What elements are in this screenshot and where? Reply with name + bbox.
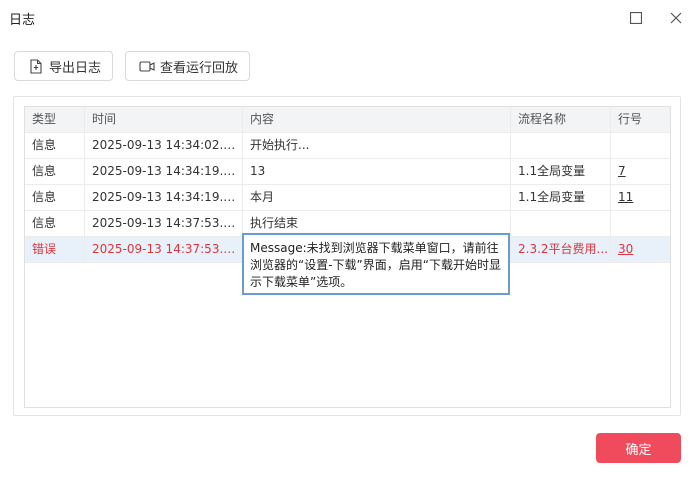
cell-line-number bbox=[611, 211, 670, 236]
cell-type: 信息 bbox=[25, 133, 85, 158]
cell-content: 本月 bbox=[243, 185, 511, 210]
maximize-icon bbox=[630, 12, 642, 24]
line-number-link[interactable]: 11 bbox=[618, 190, 633, 204]
export-log-button[interactable]: 导出日志 bbox=[14, 51, 113, 81]
cell-type: 错误 bbox=[25, 237, 85, 262]
header-content[interactable]: 内容 bbox=[243, 107, 511, 132]
header-type[interactable]: 类型 bbox=[25, 107, 85, 132]
cell-type: 信息 bbox=[25, 159, 85, 184]
cell-flow-name: 1.1全局变量 bbox=[511, 185, 611, 210]
cell-flow-name bbox=[511, 211, 611, 236]
cell-line-number bbox=[611, 133, 670, 158]
header-line-number[interactable]: 行号 bbox=[611, 107, 670, 132]
cell-flow-name: 2.3.2平台费用... bbox=[511, 237, 611, 262]
cell-content: 开始执行... bbox=[243, 133, 511, 158]
cell-type: 信息 bbox=[25, 185, 85, 210]
cell-flow-name bbox=[511, 133, 611, 158]
view-replay-label: 查看运行回放 bbox=[160, 60, 239, 76]
title-bar: 日志 bbox=[0, 0, 694, 36]
close-button[interactable] bbox=[666, 8, 686, 28]
line-number-link[interactable]: 30 bbox=[618, 242, 633, 256]
export-log-label: 导出日志 bbox=[49, 60, 102, 76]
cell-time: 2025-09-13 14:37:53.956 bbox=[85, 237, 243, 262]
content-tooltip: Message:未找到浏览器下载菜单窗口，请前往浏览器的“设置-下载”界面，启用… bbox=[242, 233, 510, 295]
cell-content: 13 bbox=[243, 159, 511, 184]
table-row[interactable]: 信息 2025-09-13 14:34:19.297 本月 1.1全局变量 11 bbox=[25, 185, 670, 211]
header-flow-name[interactable]: 流程名称 bbox=[511, 107, 611, 132]
cell-time: 2025-09-13 14:34:19.297 bbox=[85, 185, 243, 210]
cell-flow-name: 1.1全局变量 bbox=[511, 159, 611, 184]
window-title: 日志 bbox=[9, 13, 36, 28]
table-row[interactable]: 信息 2025-09-13 14:34:19.295 13 1.1全局变量 7 bbox=[25, 159, 670, 185]
video-camera-icon bbox=[139, 58, 155, 74]
confirm-button[interactable]: 确定 bbox=[596, 433, 681, 463]
table-row[interactable]: 信息 2025-09-13 14:34:02.411 开始执行... bbox=[25, 133, 670, 159]
cell-time: 2025-09-13 14:34:02.411 bbox=[85, 133, 243, 158]
maximize-button[interactable] bbox=[626, 8, 646, 28]
export-file-icon bbox=[28, 58, 44, 74]
view-replay-button[interactable]: 查看运行回放 bbox=[125, 51, 250, 81]
cell-type: 信息 bbox=[25, 211, 85, 236]
close-icon bbox=[670, 12, 682, 24]
table-header: 类型 时间 内容 流程名称 行号 bbox=[25, 107, 670, 133]
header-time[interactable]: 时间 bbox=[85, 107, 243, 132]
cell-time: 2025-09-13 14:37:53.832 bbox=[85, 211, 243, 236]
line-number-link[interactable]: 7 bbox=[618, 164, 626, 178]
cell-time: 2025-09-13 14:34:19.295 bbox=[85, 159, 243, 184]
